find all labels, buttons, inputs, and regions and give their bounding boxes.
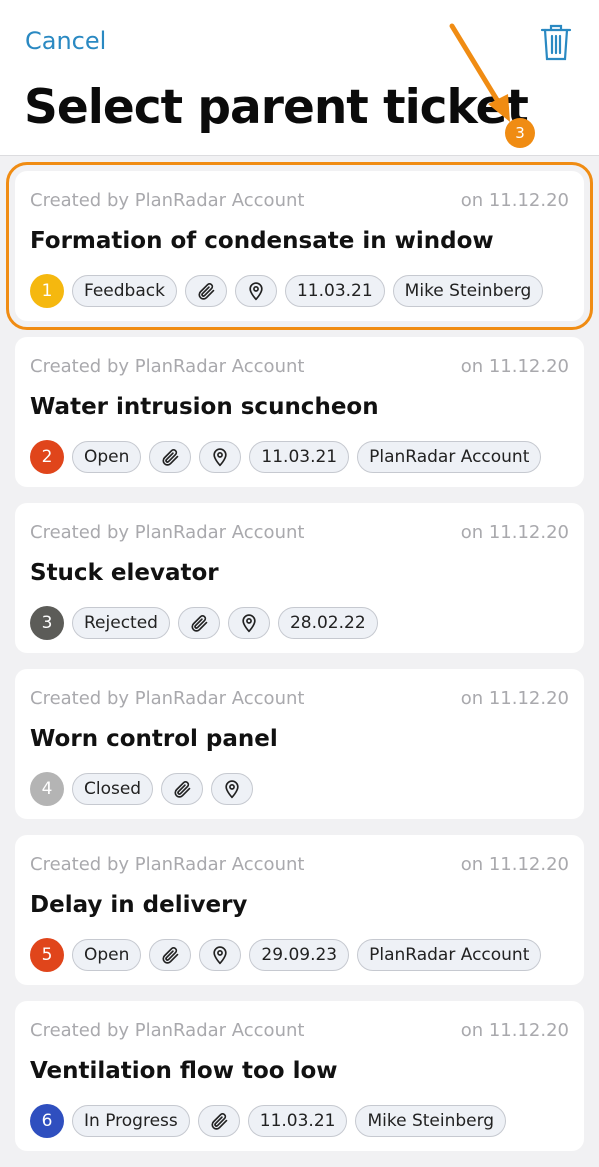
ticket-created-date: on 11.12.20 — [460, 522, 569, 543]
ticket-card[interactable]: Created by PlanRadar Account on 11.12.20 W… — [15, 669, 584, 819]
paperclip-icon — [149, 441, 192, 473]
due-date-chip: 28.02.22 — [277, 607, 378, 639]
status-chip: Closed — [72, 773, 154, 805]
ticket-card[interactable]: Created by PlanRadar Account on 11.12.20 W… — [15, 337, 584, 487]
annotation-arrow — [449, 23, 510, 122]
assignee-chip: Mike Steinberg — [392, 275, 544, 307]
ticket-tags: 6 In Progress 11.03.21 Mike Steinberg — [30, 1104, 507, 1138]
ticket-tags: 3 Rejected 28.02.22 — [30, 606, 378, 640]
ticket-created-date: on 11.12.20 — [460, 854, 569, 875]
due-date-chip: 11.03.21 — [284, 275, 385, 307]
ticket-card[interactable]: Created by PlanRadar Account on 11.12.20 V… — [15, 1001, 584, 1151]
annotation-badge: 3 — [505, 118, 535, 148]
ticket-created-date: on 11.12.20 — [460, 688, 569, 709]
status-chip: Rejected — [72, 607, 170, 639]
ticket-tags: 1 Feedback 11.03.21 Mike Steinberg — [30, 274, 544, 308]
location-pin-icon — [211, 773, 254, 805]
ticket-number-badge: 4 — [30, 772, 64, 806]
ticket-title: Ventilation flow too low — [30, 1058, 338, 1084]
ticket-number-badge: 3 — [30, 606, 64, 640]
ticket-created-date: on 11.12.20 — [460, 1020, 569, 1041]
status-chip: In Progress — [72, 1105, 190, 1137]
ticket-title: Stuck elevator — [30, 560, 219, 586]
status-chip: Open — [72, 441, 142, 473]
ticket-number-badge: 1 — [30, 274, 64, 308]
ticket-title: Delay in delivery — [30, 892, 248, 918]
header: Cancel Select parent ticket 3 — [0, 0, 599, 156]
ticket-card[interactable]: Created by PlanRadar Account on 11.12.20 S… — [15, 503, 584, 653]
ticket-creator: Created by PlanRadar Account — [30, 1020, 305, 1041]
ticket-title: Formation of condensate in window — [30, 228, 494, 254]
due-date-chip: 11.03.21 — [247, 1105, 348, 1137]
location-pin-icon — [234, 275, 277, 307]
location-pin-icon — [199, 441, 242, 473]
paperclip-icon — [161, 773, 204, 805]
paperclip-icon — [197, 1105, 240, 1137]
ticket-tags: 4 Closed — [30, 772, 254, 806]
ticket-title: Water intrusion scuncheon — [30, 394, 379, 420]
status-chip: Open — [72, 939, 142, 971]
due-date-chip: 11.03.21 — [249, 441, 350, 473]
ticket-card[interactable]: Created by PlanRadar Account on 11.12.20 F… — [6, 162, 593, 330]
ticket-list: Created by PlanRadar Account on 11.12.20 F… — [6, 162, 593, 1167]
paperclip-icon — [177, 607, 220, 639]
ticket-creator: Created by PlanRadar Account — [30, 356, 305, 377]
trash-icon[interactable] — [539, 22, 573, 62]
ticket-number-badge: 2 — [30, 440, 64, 474]
ticket-creator: Created by PlanRadar Account — [30, 190, 305, 211]
paperclip-icon — [149, 939, 192, 971]
ticket-tags: 2 Open 11.03.21 PlanRadar Account — [30, 440, 542, 474]
paperclip-icon — [184, 275, 227, 307]
assignee-chip: PlanRadar Account — [357, 939, 542, 971]
ticket-creator: Created by PlanRadar Account — [30, 688, 305, 709]
ticket-title: Worn control panel — [30, 726, 278, 752]
ticket-number-badge: 5 — [30, 938, 64, 972]
ticket-card[interactable]: Created by PlanRadar Account on 11.12.20 D… — [15, 835, 584, 985]
status-chip: Feedback — [72, 275, 177, 307]
ticket-number-badge: 6 — [30, 1104, 64, 1138]
ticket-created-date: on 11.12.20 — [460, 190, 569, 211]
ticket-creator: Created by PlanRadar Account — [30, 854, 305, 875]
cancel-button[interactable]: Cancel — [25, 27, 106, 55]
due-date-chip: 29.09.23 — [249, 939, 350, 971]
assignee-chip: Mike Steinberg — [355, 1105, 507, 1137]
ticket-created-date: on 11.12.20 — [460, 356, 569, 377]
location-pin-icon — [227, 607, 270, 639]
ticket-tags: 5 Open 29.09.23 PlanRadar Account — [30, 938, 542, 972]
location-pin-icon — [199, 939, 242, 971]
assignee-chip: PlanRadar Account — [357, 441, 542, 473]
ticket-creator: Created by PlanRadar Account — [30, 522, 305, 543]
